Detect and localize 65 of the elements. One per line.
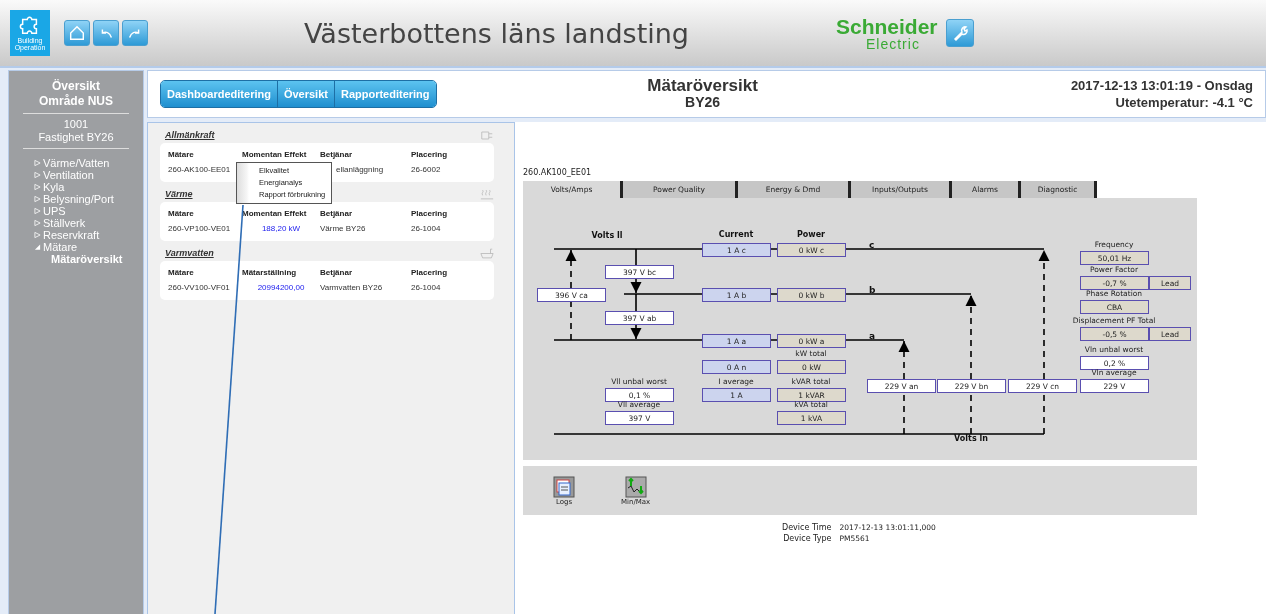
column-header: Mätare <box>168 150 195 159</box>
column-header: Placering <box>411 209 448 218</box>
sidebar-heading: Översikt <box>52 79 100 94</box>
column-header: Mätare <box>168 209 195 218</box>
diagram-label: Power <box>796 230 826 239</box>
bathtub-icon <box>480 247 494 259</box>
documents-icon <box>553 475 575 498</box>
table-cell-text: Varmvatten BY26 <box>320 283 384 292</box>
table-cell-text: 26-1004 <box>411 283 442 292</box>
device-name: 260.AK100_EE01 <box>523 168 593 179</box>
forward-button[interactable] <box>122 20 148 46</box>
page-subtitle: BY26 <box>685 94 721 110</box>
expander-icon[interactable] <box>34 183 41 191</box>
info-label: Device Type <box>782 534 832 543</box>
date-time: 2017-12-13 13:01:19 - Onsdag <box>1070 77 1253 94</box>
diagram-label: Current <box>718 230 754 239</box>
home-icon <box>68 24 86 42</box>
column-header: Momentan Effekt <box>242 209 308 218</box>
column-header: Placering <box>411 268 448 277</box>
table-cell-text: 260-VP100-VE01 <box>168 224 232 233</box>
column-header: Betjänar <box>320 209 353 218</box>
sidebar-subheading: 1001 <box>63 118 89 131</box>
expander-icon[interactable] <box>34 159 41 167</box>
column-header: Betjänar <box>320 268 353 277</box>
page-title: Mätaröversikt <box>647 78 758 94</box>
sidebar-subheading: Fastighet BY26 <box>38 131 114 144</box>
back-button[interactable] <box>93 20 119 46</box>
section-title: Värme <box>165 189 193 199</box>
expander-icon[interactable] <box>34 219 41 227</box>
column-header: Betjänar <box>320 150 353 159</box>
brand-subtitle: Electric <box>866 36 921 51</box>
table-cell-text: 26-1004 <box>411 224 442 233</box>
column-header: Mätarställning <box>242 268 298 277</box>
heat-icon <box>480 188 494 200</box>
expander-icon[interactable] <box>34 195 41 203</box>
info-label: Device Time <box>782 523 832 532</box>
column-header: Mätare <box>168 268 195 277</box>
table-cell-text: ellanläggning <box>335 165 385 174</box>
diagram-label: Volts ln <box>954 434 988 443</box>
section-title: Varmvatten <box>165 248 214 258</box>
expander-icon[interactable] <box>34 171 41 179</box>
table-cell-text: 26-6002 <box>411 165 442 174</box>
meter-value-link[interactable]: 20994200,00 <box>257 283 305 292</box>
table-cell-text: 260-AK100-EE01 <box>168 165 232 174</box>
tools-button[interactable] <box>945 19 974 47</box>
table-cell-text: Värme BY26 <box>320 224 367 233</box>
meter-value-link[interactable]: 188,20 kW <box>261 224 301 233</box>
min-max-chart-icon <box>624 475 647 498</box>
sidebar-heading: Område NUS <box>39 94 113 109</box>
plug-icon <box>480 129 494 141</box>
table-cell-text: 260-VV100-VF01 <box>168 283 231 292</box>
diagram-label: Volts ll <box>591 231 623 240</box>
outdoor-temperature: Utetemperatur: -4.1 °C <box>1115 94 1253 111</box>
diagram-label: b <box>869 285 876 295</box>
expander-icon[interactable] <box>34 207 41 215</box>
expander-icon[interactable] <box>34 231 41 239</box>
column-header: Momentan Effekt <box>242 150 308 159</box>
diagram-label: c <box>869 240 875 250</box>
site-title: Västerbottens läns landsting <box>304 17 690 49</box>
brand-name: Schneider <box>836 15 938 37</box>
section-title: Allmänkraft <box>165 130 215 140</box>
column-header: Placering <box>411 150 448 159</box>
expander-icon[interactable] <box>34 243 41 251</box>
home-button[interactable] <box>64 20 90 46</box>
diagram-label: a <box>869 331 876 341</box>
